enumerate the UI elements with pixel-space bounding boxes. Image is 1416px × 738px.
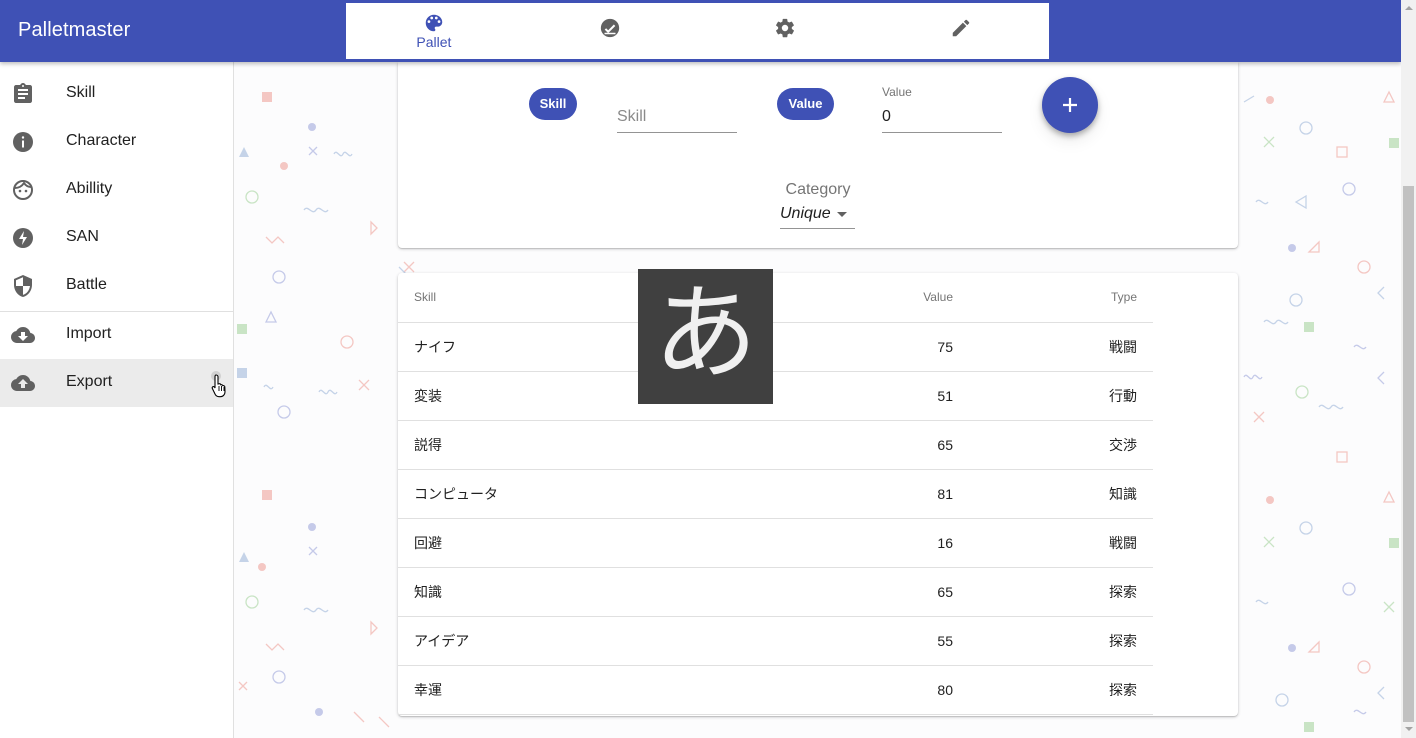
sidebar-item-battle[interactable]: Battle: [0, 262, 233, 310]
cell-type: 知識: [953, 469, 1153, 519]
app-bar: Palletmaster Pallet: [0, 0, 1401, 62]
cell-value: 16: [758, 518, 953, 568]
sidebar-item-export[interactable]: Export: [0, 359, 233, 407]
sidebar-item-label: Import: [66, 325, 112, 342]
value-chip[interactable]: Value: [777, 88, 834, 120]
sidebar-item-san[interactable]: SAN: [0, 214, 233, 262]
category-select[interactable]: Unique: [780, 202, 855, 229]
sidebar-item-character[interactable]: Character: [0, 118, 233, 166]
sidebar-item-import[interactable]: Import: [0, 311, 233, 359]
sidebar-item-label: Export: [66, 373, 113, 390]
value-input[interactable]: [882, 102, 1002, 126]
cloud-download-icon: [11, 327, 35, 343]
cell-value: 51: [758, 371, 953, 421]
scrollbar-thumb[interactable]: [1403, 186, 1414, 722]
skill-form-card: Skill Value Value Category Unique: [398, 62, 1238, 248]
cloud-upload-icon: [11, 375, 35, 391]
skill-table-card: Skill Value Type ナイフ 75 戦闘 変装 51 行動 説得 6…: [398, 273, 1238, 716]
cell-skill: コンピュータ: [398, 469, 758, 519]
table-row[interactable]: 回避 16 戦闘: [398, 518, 1153, 568]
plus-icon: [1063, 98, 1077, 112]
sidebar-item-ability[interactable]: Abillity: [0, 166, 233, 214]
table-row[interactable]: ナイフ 75 戦闘: [398, 322, 1153, 372]
column-header-type[interactable]: Type: [953, 273, 1153, 323]
cell-type: 探索: [953, 616, 1153, 666]
cell-value: 75: [758, 322, 953, 372]
face-icon: [13, 180, 33, 200]
table-row[interactable]: アイデア 55 探索: [398, 616, 1153, 666]
cell-type: 探索: [953, 567, 1153, 617]
cell-type: 行動: [953, 371, 1153, 421]
scroll-up-arrow-icon[interactable]: [1405, 6, 1413, 10]
sidebar-item-label: Character: [66, 132, 137, 149]
table-header-row: Skill Value Type: [398, 273, 1153, 323]
sidebar: Skill Character Abillity SAN Battle Impo…: [0, 62, 234, 738]
table-row[interactable]: 変装 51 行動: [398, 371, 1153, 421]
cell-type: 戦闘: [953, 518, 1153, 568]
palette-icon: [425, 14, 443, 32]
add-skill-button[interactable]: [1042, 77, 1098, 133]
chevron-down-icon: [837, 212, 847, 217]
value-field-label: Value: [882, 85, 912, 99]
hand-cursor-icon: [211, 374, 226, 398]
table-row[interactable]: 知識 65 探索: [398, 567, 1153, 617]
pencil-icon: [952, 19, 970, 37]
tab-settings[interactable]: [698, 3, 874, 59]
scroll-down-arrow-icon[interactable]: [1405, 727, 1413, 731]
info-icon: [13, 132, 33, 152]
check-circle-icon: [600, 18, 619, 38]
cell-skill: 回避: [398, 518, 758, 568]
bolt-icon: [13, 228, 33, 248]
cell-value: 65: [758, 567, 953, 617]
cell-value: 55: [758, 616, 953, 666]
tab-pallet-label: Pallet: [416, 34, 452, 50]
tab-edit[interactable]: [873, 3, 1049, 59]
column-header-value[interactable]: Value: [758, 273, 953, 323]
vertical-scrollbar[interactable]: [1401, 0, 1416, 738]
value-field[interactable]: [882, 102, 1002, 133]
skill-chip[interactable]: Skill: [529, 88, 577, 120]
category-label: Category: [785, 181, 851, 198]
table-row[interactable]: 幸運 80 探索: [398, 665, 1153, 715]
skill-field[interactable]: [617, 102, 737, 133]
skill-table: Skill Value Type ナイフ 75 戦闘 変装 51 行動 説得 6…: [398, 273, 1153, 715]
cell-skill: アイデア: [398, 616, 758, 666]
tab-check[interactable]: [522, 3, 698, 59]
cell-value: 65: [758, 420, 953, 470]
skill-input[interactable]: [617, 102, 737, 126]
cell-skill: 幸運: [398, 665, 758, 715]
clipboard-icon: [14, 83, 32, 103]
category-selected-value: Unique: [780, 205, 831, 222]
cell-skill: 説得: [398, 420, 758, 470]
cell-type: 戦闘: [953, 322, 1153, 372]
sidebar-item-label: Abillity: [66, 180, 113, 197]
cell-skill: 知識: [398, 567, 758, 617]
sidebar-item-label: SAN: [66, 228, 99, 245]
cell-type: 交渉: [953, 420, 1153, 470]
tab-pallet[interactable]: Pallet: [346, 3, 522, 59]
shield-icon: [14, 275, 32, 297]
table-row[interactable]: コンピュータ 81 知識: [398, 469, 1153, 519]
cell-type: 探索: [953, 665, 1153, 715]
tab-bar: Pallet: [346, 3, 1049, 59]
sidebar-item-label: Skill: [66, 84, 96, 101]
ime-mode-indicator: あ: [638, 269, 773, 404]
gear-icon: [776, 18, 795, 38]
sidebar-item-label: Battle: [66, 276, 107, 293]
table-row[interactable]: 説得 65 交渉: [398, 420, 1153, 470]
cell-value: 81: [758, 469, 953, 519]
sidebar-item-skill[interactable]: Skill: [0, 70, 233, 118]
app-title: Palletmaster: [18, 19, 131, 41]
cell-value: 80: [758, 665, 953, 715]
